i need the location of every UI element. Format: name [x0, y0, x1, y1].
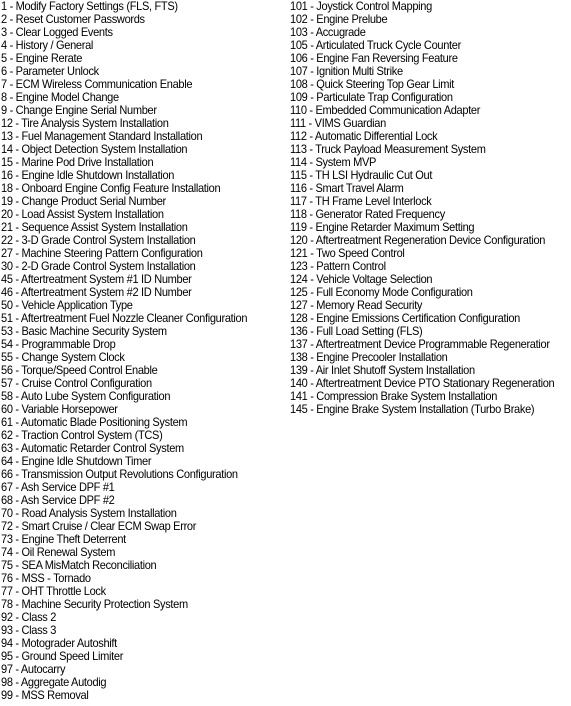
list-item: 99 - MSS Removal	[1, 688, 89, 702]
list-item: 145 - Engine Brake System Installation (…	[290, 402, 535, 416]
factory-password-list-right: 101 - Joystick Control Mapping 102 - Engi…	[290, 0, 571, 416]
factory-password-list-left: 1 - Modify Factory Settings (FLS, FTS) 2 …	[1, 0, 269, 702]
